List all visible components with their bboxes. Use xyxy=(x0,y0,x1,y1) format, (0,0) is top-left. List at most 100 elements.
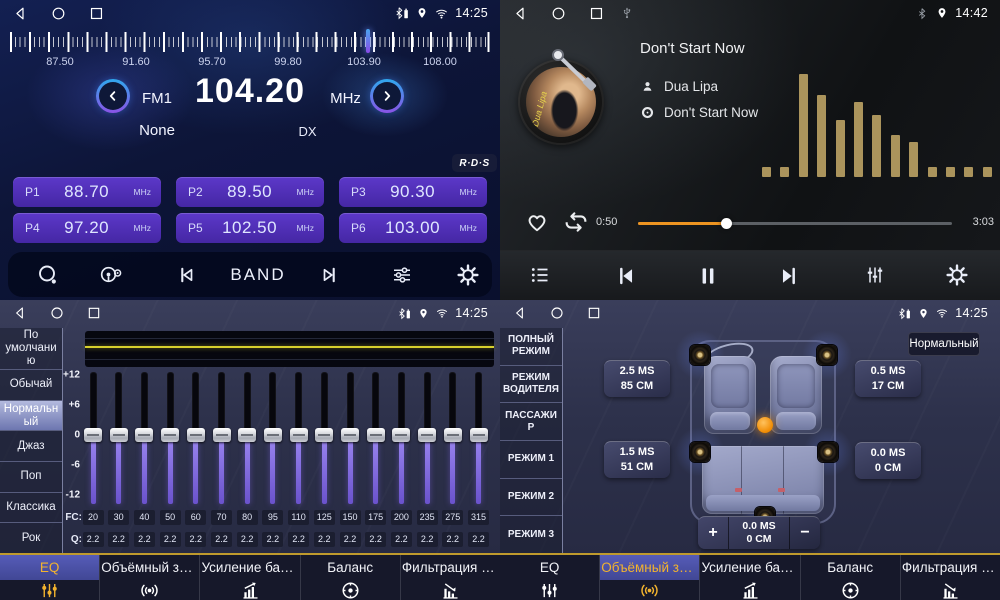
eq-band-slider[interactable] xyxy=(161,372,179,504)
previous-station-icon[interactable] xyxy=(174,263,198,287)
preset-button[interactable]: P497.20MHz xyxy=(13,213,161,243)
radio-stations-icon[interactable] xyxy=(99,263,123,287)
next-station-icon[interactable] xyxy=(318,263,342,287)
slider-handle[interactable] xyxy=(392,428,410,442)
previous-track-icon[interactable] xyxy=(612,263,638,289)
tuner-settings-icon[interactable] xyxy=(390,263,414,287)
eq-band-slider[interactable] xyxy=(213,372,231,504)
position-preset-button[interactable]: Нормальный xyxy=(908,332,980,356)
mode-item[interactable]: РЕЖИМ 1 xyxy=(500,441,562,479)
slider-handle[interactable] xyxy=(187,428,205,442)
tune-down-button[interactable] xyxy=(96,79,130,113)
eq-band-slider[interactable] xyxy=(187,372,205,504)
next-track-icon[interactable] xyxy=(777,263,803,289)
eq-band-slider[interactable] xyxy=(341,372,359,504)
eq-band-slider[interactable] xyxy=(392,372,410,504)
tab-filter[interactable]: Фильтрация ба... xyxy=(401,555,500,600)
nav-back-icon[interactable] xyxy=(12,305,28,321)
slider-handle[interactable] xyxy=(367,428,385,442)
tab-eq[interactable]: EQ xyxy=(500,555,600,600)
eq-band-slider[interactable] xyxy=(84,372,102,504)
eq-preset-item[interactable]: По умолчанию xyxy=(0,328,62,370)
nav-back-icon[interactable] xyxy=(12,5,29,22)
equalizer-icon[interactable] xyxy=(863,263,887,287)
mode-item[interactable]: РЕЖИМ ВОДИТЕЛЯ xyxy=(500,366,562,404)
nav-recents-icon[interactable] xyxy=(586,305,602,321)
slider-handle[interactable] xyxy=(238,428,256,442)
tab-label: Объёмный звук xyxy=(101,560,198,575)
eq-band-slider[interactable] xyxy=(470,372,488,504)
search-icon[interactable] xyxy=(36,263,60,287)
tab-filter[interactable]: Фильтрация ба... xyxy=(901,555,1000,600)
playlist-icon[interactable] xyxy=(528,263,552,287)
front-left-speaker-icon[interactable] xyxy=(690,345,710,365)
tab-eq[interactable]: EQ xyxy=(0,555,100,600)
nav-home-icon[interactable] xyxy=(549,305,565,321)
nav-back-icon[interactable] xyxy=(512,305,528,321)
nav-home-icon[interactable] xyxy=(550,5,567,22)
nav-recents-icon[interactable] xyxy=(588,5,605,22)
slider-handle[interactable] xyxy=(213,428,231,442)
nav-home-icon[interactable] xyxy=(50,5,67,22)
rear-right-speaker-icon[interactable] xyxy=(818,442,838,462)
delay-decrease-button[interactable]: − xyxy=(789,517,820,549)
slider-handle[interactable] xyxy=(470,428,488,442)
tab-bass[interactable]: Усиление басов xyxy=(200,555,300,600)
nav-back-icon[interactable] xyxy=(512,5,529,22)
tab-balance[interactable]: Баланс xyxy=(301,555,401,600)
nav-recents-icon[interactable] xyxy=(86,305,102,321)
front-left-delay-button[interactable]: 2.5 MS 85 CM xyxy=(604,360,670,397)
eq-band-slider[interactable] xyxy=(290,372,308,504)
nav-recents-icon[interactable] xyxy=(88,5,105,22)
tab-surround[interactable]: Объёмный звук xyxy=(600,555,700,600)
fc-value: 50 xyxy=(160,510,181,525)
slider-handle[interactable] xyxy=(161,428,179,442)
mode-item[interactable]: РЕЖИМ 3 xyxy=(500,516,562,553)
settings-gear-icon[interactable] xyxy=(456,263,480,287)
pause-icon[interactable] xyxy=(695,263,721,289)
eq-band-slider[interactable] xyxy=(315,372,333,504)
nav-home-icon[interactable] xyxy=(49,305,65,321)
settings-gear-icon[interactable] xyxy=(945,263,969,287)
slider-handle[interactable] xyxy=(341,428,359,442)
eq-band-slider[interactable] xyxy=(444,372,462,504)
slider-handle[interactable] xyxy=(84,428,102,442)
repeat-icon[interactable] xyxy=(562,208,590,236)
slider-handle[interactable] xyxy=(264,428,282,442)
front-right-speaker-icon[interactable] xyxy=(817,345,837,365)
slider-handle[interactable] xyxy=(110,428,128,442)
band-button[interactable]: BAND xyxy=(226,265,290,285)
mode-item[interactable]: ПАССАЖИР xyxy=(500,403,562,441)
slider-handle[interactable] xyxy=(315,428,333,442)
eq-band-slider[interactable] xyxy=(367,372,385,504)
tab-bass[interactable]: Усиление басов xyxy=(700,555,800,600)
preset-button[interactable]: P289.50MHz xyxy=(176,177,324,207)
eq-band-slider[interactable] xyxy=(238,372,256,504)
preset-button[interactable]: P390.30MHz xyxy=(339,177,487,207)
rear-left-delay-button[interactable]: 1.5 MS 51 CM xyxy=(604,441,670,478)
delay-increase-button[interactable]: + xyxy=(698,517,729,549)
slider-handle[interactable] xyxy=(444,428,462,442)
rear-left-speaker-icon[interactable] xyxy=(690,442,710,462)
slider-handle[interactable] xyxy=(418,428,436,442)
mode-item[interactable]: РЕЖИМ 2 xyxy=(500,479,562,517)
slider-handle[interactable] xyxy=(290,428,308,442)
progress-bar[interactable] xyxy=(638,222,952,225)
eq-band-slider[interactable] xyxy=(110,372,128,504)
preset-button[interactable]: P5102.50MHz xyxy=(176,213,324,243)
progress-knob[interactable] xyxy=(721,218,732,229)
eq-band-slider[interactable] xyxy=(264,372,282,504)
listening-position-dot[interactable] xyxy=(757,417,773,433)
slider-handle[interactable] xyxy=(135,428,153,442)
mode-item[interactable]: ПОЛНЫЙ РЕЖИМ xyxy=(500,328,562,366)
preset-button[interactable]: P6103.00MHz xyxy=(339,213,487,243)
eq-band-slider[interactable] xyxy=(418,372,436,504)
tab-balance[interactable]: Баланс xyxy=(801,555,901,600)
preset-button[interactable]: P188.70MHz xyxy=(13,177,161,207)
tune-up-button[interactable] xyxy=(370,79,404,113)
rear-right-delay-button[interactable]: 0.0 MS 0 CM xyxy=(855,442,921,479)
front-right-delay-button[interactable]: 0.5 MS 17 CM xyxy=(855,360,921,397)
favorite-heart-icon[interactable] xyxy=(524,209,550,235)
eq-band-slider[interactable] xyxy=(135,372,153,504)
tab-surround[interactable]: Объёмный звук xyxy=(100,555,200,600)
